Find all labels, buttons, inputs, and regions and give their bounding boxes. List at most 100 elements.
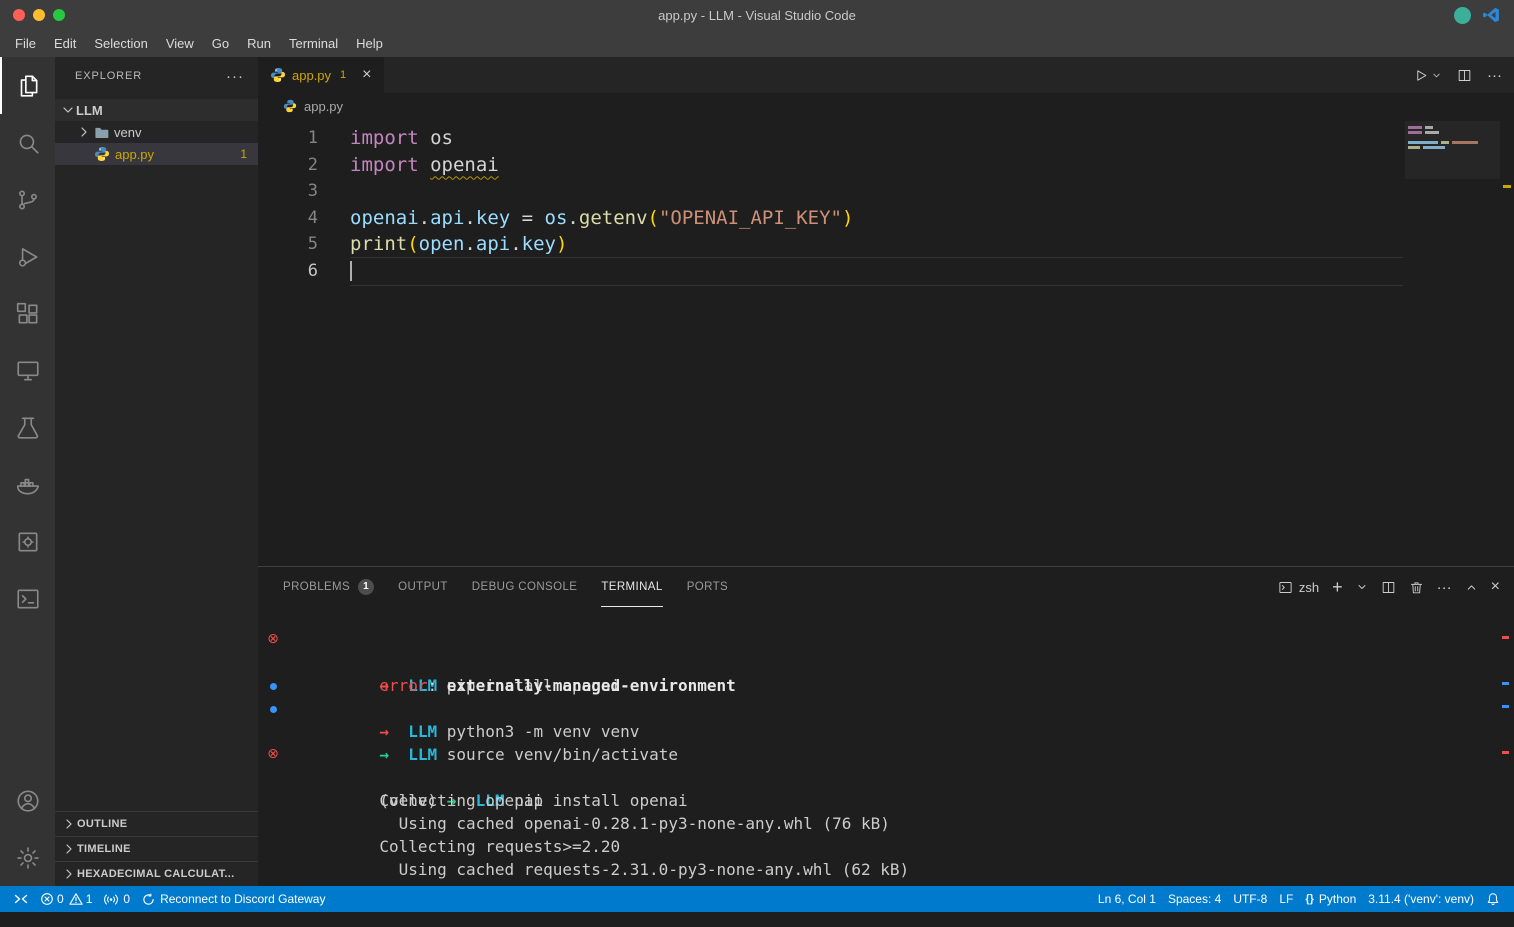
split-terminal-button[interactable]: [1381, 580, 1396, 595]
code-line-1[interactable]: 1 import os: [258, 125, 1514, 152]
section-outline[interactable]: OUTLINE: [55, 811, 258, 836]
scrollbar-fail-mark: [1502, 636, 1509, 639]
panel-tab-debug-console[interactable]: DEBUG CONSOLE: [472, 567, 578, 607]
terminal-profile-chevron[interactable]: [1356, 581, 1368, 593]
tab-close-button[interactable]: ×: [362, 66, 371, 84]
problems-status[interactable]: 0 1: [34, 886, 98, 912]
tree-item-app-py[interactable]: app.py 1: [55, 143, 258, 165]
panel-tab-label: PROBLEMS: [283, 581, 350, 593]
code-line-4[interactable]: 4 openai.api.key = os.getenv("OPENAI_API…: [258, 205, 1514, 232]
minimize-window-button[interactable]: [33, 9, 45, 21]
token: open: [419, 233, 465, 255]
menu-edit[interactable]: Edit: [45, 36, 85, 51]
menu-run[interactable]: Run: [238, 36, 280, 51]
line-number[interactable]: 6: [258, 258, 318, 285]
python-interpreter[interactable]: 3.11.4 ('venv': venv): [1362, 886, 1480, 912]
code-text: import os: [350, 125, 453, 152]
run-python-file-button[interactable]: [1414, 68, 1442, 83]
menu-view[interactable]: View: [157, 36, 203, 51]
panel-tab-output[interactable]: OUTPUT: [398, 567, 448, 607]
activity-source-control[interactable]: [0, 171, 55, 228]
menu-file[interactable]: File: [6, 36, 45, 51]
section-hexadecimal[interactable]: HEXADECIMAL CALCULAT...: [55, 861, 258, 886]
code-line-3[interactable]: 3: [258, 178, 1514, 205]
traffic-lights: [13, 0, 65, 30]
maximize-panel-button[interactable]: [1465, 581, 1478, 594]
activity-bar: [0, 57, 55, 886]
indentation[interactable]: Spaces: 4: [1162, 886, 1227, 912]
editor-more-actions-button[interactable]: ···: [1487, 68, 1502, 83]
minimap-slider[interactable]: [1405, 121, 1500, 179]
remote-indicator[interactable]: [8, 886, 34, 912]
line-number[interactable]: 2: [258, 152, 318, 179]
cursor-position[interactable]: Ln 6, Col 1: [1092, 886, 1162, 912]
search-icon: [15, 130, 41, 156]
code-line-2[interactable]: 2 import openai: [258, 152, 1514, 179]
activity-extensions[interactable]: [0, 285, 55, 342]
broadcast-status[interactable]: 0: [98, 886, 136, 912]
activity-notebook[interactable]: [0, 513, 55, 570]
eol-sequence[interactable]: LF: [1273, 886, 1299, 912]
panel-tab-label: TERMINAL: [601, 581, 662, 593]
line-number[interactable]: 5: [258, 231, 318, 258]
code-line-5[interactable]: 5 print(open.api.key): [258, 231, 1514, 258]
kill-terminal-button[interactable]: [1409, 580, 1424, 595]
section-label: HEXADECIMAL CALCULAT...: [77, 868, 234, 880]
minimap[interactable]: [1405, 121, 1500, 341]
terminal-output[interactable]: ⊗ → LLM pip install openai error: extern…: [258, 607, 1514, 887]
broadcast-count: 0: [123, 892, 130, 906]
vscode-logo-icon[interactable]: [1482, 6, 1500, 24]
terminal-shell-selector[interactable]: zsh: [1278, 580, 1319, 595]
line-number[interactable]: 1: [258, 125, 318, 152]
activity-docker[interactable]: [0, 456, 55, 513]
minimap-line: [1408, 141, 1478, 144]
editor-group: app.py 1 × ··· app.py 1: [258, 57, 1514, 886]
menu-terminal[interactable]: Terminal: [280, 36, 347, 51]
code-editor[interactable]: 1 import os 2 import openai 3 4 openai.a…: [258, 119, 1514, 566]
explorer-more-actions-button[interactable]: ···: [226, 68, 244, 85]
chevron-right-icon: [76, 124, 92, 140]
code-text: print(open.api.key): [350, 231, 567, 258]
activity-explorer[interactable]: [0, 57, 55, 114]
menu-help[interactable]: Help: [347, 36, 392, 51]
close-panel-button[interactable]: ×: [1491, 578, 1500, 596]
tree-item-venv[interactable]: venv: [55, 121, 258, 143]
panel-t ab-problems[interactable]: PROBLEMS 1: [283, 567, 374, 607]
language-label: Python: [1319, 892, 1356, 906]
line-number[interactable]: 4: [258, 205, 318, 232]
split-editor-button[interactable]: [1457, 68, 1472, 83]
notifications-bell[interactable]: [1480, 886, 1506, 912]
menu-selection[interactable]: Selection: [85, 36, 156, 51]
activity-run-debug[interactable]: [0, 228, 55, 285]
zoom-window-button[interactable]: [53, 9, 65, 21]
activity-terminal[interactable]: [0, 570, 55, 627]
encoding[interactable]: UTF-8: [1227, 886, 1273, 912]
panel-tab-terminal[interactable]: TERMINAL: [601, 567, 662, 607]
line-number[interactable]: 3: [258, 178, 318, 205]
minimap-line: [1408, 131, 1439, 134]
menu-go[interactable]: Go: [203, 36, 238, 51]
terminal-line: → LLM source venv/bin/activate: [258, 697, 1514, 720]
token: ): [842, 207, 853, 229]
discord-reconnect[interactable]: Reconnect to Discord Gateway: [136, 886, 331, 912]
activity-settings[interactable]: [0, 829, 55, 886]
breadcrumb-item[interactable]: app.py: [304, 99, 343, 114]
activity-search[interactable]: [0, 114, 55, 171]
tree-root-llm[interactable]: LLM: [55, 99, 258, 121]
titlebar-avatar[interactable]: [1454, 7, 1471, 24]
activity-testing[interactable]: [0, 399, 55, 456]
close-window-button[interactable]: [13, 9, 25, 21]
terminal-line: [258, 720, 1514, 743]
panel-tab-ports[interactable]: PORTS: [687, 567, 728, 607]
terminal-line: ⊗ (venv) → LLM pip install openai: [258, 743, 1514, 766]
activity-remote-explorer[interactable]: [0, 342, 55, 399]
tab-app-py[interactable]: app.py 1 ×: [258, 57, 384, 93]
section-timeline[interactable]: TIMELINE: [55, 836, 258, 861]
token: import: [350, 154, 419, 176]
activity-account[interactable]: [0, 772, 55, 829]
panel-more-actions-button[interactable]: ···: [1437, 580, 1452, 595]
new-terminal-button[interactable]: +: [1332, 577, 1343, 598]
language-mode[interactable]: {} Python: [1299, 886, 1362, 912]
token: os: [419, 127, 453, 149]
code-line-6[interactable]: 6: [258, 258, 1514, 285]
